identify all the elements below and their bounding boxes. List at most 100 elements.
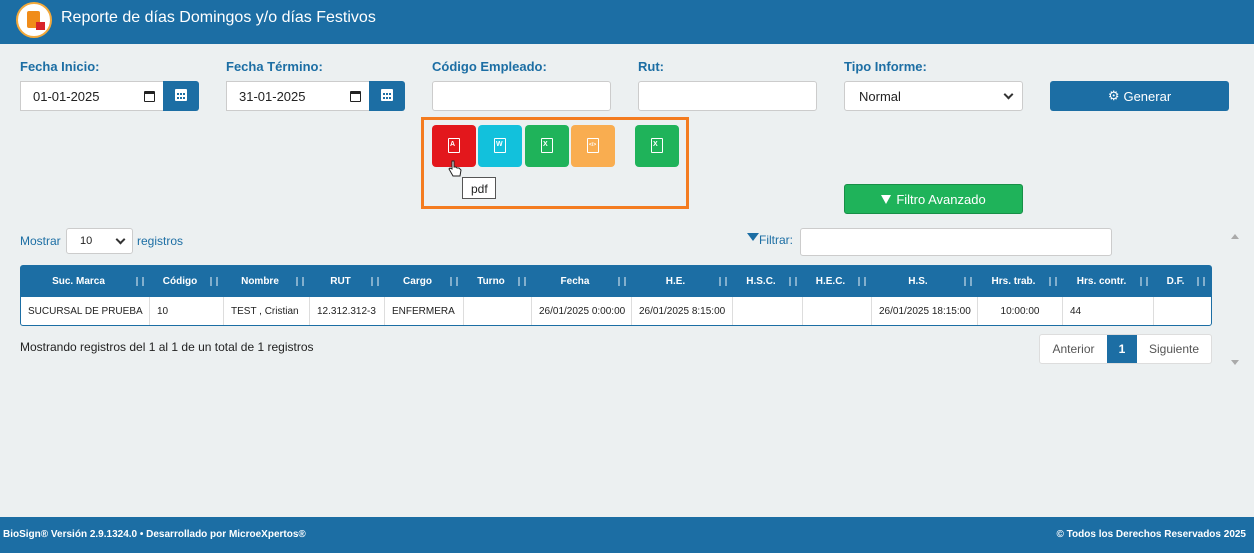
- column-header[interactable]: Cargo: [385, 266, 464, 297]
- sort-icon: [1049, 277, 1057, 286]
- column-label: H.E.: [665, 276, 686, 287]
- column-label: Fecha: [560, 276, 590, 287]
- fecha-termino-calendar-button[interactable]: [369, 81, 405, 111]
- codigo-empleado-input[interactable]: [432, 81, 611, 111]
- sort-icon: [450, 277, 458, 286]
- sort-icon: [371, 277, 379, 286]
- sort-icon: [858, 277, 866, 286]
- scroll-down-arrow-icon[interactable]: [1231, 360, 1239, 365]
- column-header[interactable]: Hrs. trab.: [978, 266, 1063, 297]
- column-label: H.S.C.: [746, 276, 776, 287]
- table-cell: [1154, 297, 1211, 325]
- table-row[interactable]: SUCURSAL DE PRUEBA 10 TEST , Cristian 12…: [21, 297, 1211, 325]
- column-header[interactable]: H.S.: [872, 266, 978, 297]
- fecha-termino-input[interactable]: 31-01-2025: [226, 81, 370, 111]
- filter-icon: [747, 233, 759, 241]
- sort-icon: [1140, 277, 1148, 286]
- column-label: Turno: [477, 276, 505, 287]
- chevron-down-icon: [115, 234, 126, 245]
- table-cell: 10:00:00: [978, 297, 1063, 325]
- fecha-inicio-label: Fecha Inicio:: [20, 59, 100, 74]
- gears-icon: ⚙: [1107, 88, 1120, 103]
- column-header[interactable]: Hrs. contr.: [1063, 266, 1154, 297]
- filtrar-label: Filtrar:: [759, 233, 793, 247]
- sort-icon: [964, 277, 972, 286]
- column-header[interactable]: Suc. Marca: [21, 266, 150, 297]
- page-size-value: 10: [80, 235, 93, 247]
- export-excel-alt-button[interactable]: X: [635, 125, 679, 167]
- column-header[interactable]: Fecha: [532, 266, 632, 297]
- sort-icon: [719, 277, 727, 286]
- sort-icon: [210, 277, 218, 286]
- table-cell: SUCURSAL DE PRUEBA: [21, 297, 150, 325]
- chevron-down-icon: [1003, 89, 1014, 100]
- column-header[interactable]: RUT: [310, 266, 385, 297]
- table-cell: [464, 297, 532, 325]
- next-page-button[interactable]: Siguiente: [1137, 335, 1211, 363]
- footer-copyright: © Todos los Derechos Reservados 2025: [1056, 529, 1246, 540]
- column-header[interactable]: D.F.: [1154, 266, 1211, 297]
- page-title: Reporte de días Domingos y/o días Festiv…: [61, 9, 376, 26]
- table-cell: 44: [1063, 297, 1154, 325]
- hand-cursor-icon: [448, 160, 462, 177]
- biosign-logo-icon: [16, 2, 52, 38]
- app-header: Reporte de días Domingos y/o días Festiv…: [0, 0, 1254, 44]
- prev-page-button[interactable]: Anterior: [1040, 335, 1107, 363]
- calendar-icon: [381, 89, 393, 101]
- column-header[interactable]: Código: [150, 266, 224, 297]
- column-label: Hrs. trab.: [991, 276, 1036, 287]
- tipo-informe-select[interactable]: Normal: [844, 81, 1023, 111]
- column-label: D.F.: [1166, 276, 1185, 287]
- filtrar-input[interactable]: [800, 228, 1112, 256]
- filtro-avanzado-button[interactable]: Filtro Avanzado: [844, 184, 1023, 214]
- registros-label: registros: [137, 234, 184, 248]
- calendar-picker-icon[interactable]: [144, 91, 155, 102]
- sort-icon: [789, 277, 797, 286]
- export-excel-button[interactable]: X: [525, 125, 569, 167]
- filtro-avanzado-label: Filtro Avanzado: [896, 191, 986, 207]
- table-cell: 10: [150, 297, 224, 325]
- page-size-select[interactable]: 10: [66, 228, 133, 254]
- sort-icon: [518, 277, 526, 286]
- table-cell: [803, 297, 872, 325]
- column-header[interactable]: H.S.C.: [733, 266, 803, 297]
- table-cell: 26/01/2025 18:15:00: [872, 297, 978, 325]
- footer-version: BioSign® Versión 2.9.1324.0 • Desarrolla…: [3, 529, 306, 540]
- calendar-icon: [175, 89, 187, 101]
- table-info: Mostrando registros del 1 al 1 de un tot…: [20, 340, 314, 354]
- table-header: Suc. Marca Código Nombre RUT Cargo Turno…: [21, 266, 1211, 297]
- column-label: Nombre: [241, 276, 279, 287]
- app-footer: BioSign® Versión 2.9.1324.0 • Desarrolla…: [0, 517, 1254, 553]
- export-xml-button[interactable]: </>: [571, 125, 615, 167]
- pdf-file-icon: A: [448, 138, 460, 153]
- column-label: H.E.C.: [815, 276, 846, 287]
- word-file-icon: W: [494, 138, 506, 153]
- excel-file-icon: X: [541, 138, 553, 153]
- scroll-up-arrow-icon[interactable]: [1231, 234, 1239, 239]
- page-1-button[interactable]: 1: [1107, 335, 1137, 363]
- results-table: Suc. Marca Código Nombre RUT Cargo Turno…: [20, 265, 1212, 326]
- table-cell: 26/01/2025 0:00:00: [532, 297, 632, 325]
- fecha-termino-label: Fecha Término:: [226, 59, 323, 74]
- table-cell: [733, 297, 803, 325]
- generar-label: Generar: [1123, 88, 1172, 104]
- sort-icon: [618, 277, 626, 286]
- table-cell: 26/01/2025 8:15:00: [632, 297, 733, 325]
- fecha-inicio-calendar-button[interactable]: [163, 81, 199, 111]
- export-word-button[interactable]: W: [478, 125, 522, 167]
- column-label: RUT: [330, 276, 351, 287]
- table-cell: 12.312.312-3: [310, 297, 385, 325]
- calendar-picker-icon[interactable]: [350, 91, 361, 102]
- column-header[interactable]: Turno: [464, 266, 532, 297]
- rut-label: Rut:: [638, 59, 664, 74]
- table-cell: TEST , Cristian: [224, 297, 310, 325]
- export-tooltip: pdf: [462, 177, 496, 199]
- column-header[interactable]: Nombre: [224, 266, 310, 297]
- column-header[interactable]: H.E.: [632, 266, 733, 297]
- rut-input[interactable]: [638, 81, 817, 111]
- table-cell: ENFERMERA: [385, 297, 464, 325]
- fecha-inicio-input[interactable]: 01-01-2025: [20, 81, 164, 111]
- sort-icon: [296, 277, 304, 286]
- generar-button[interactable]: ⚙ Generar: [1050, 81, 1229, 111]
- column-header[interactable]: H.E.C.: [803, 266, 872, 297]
